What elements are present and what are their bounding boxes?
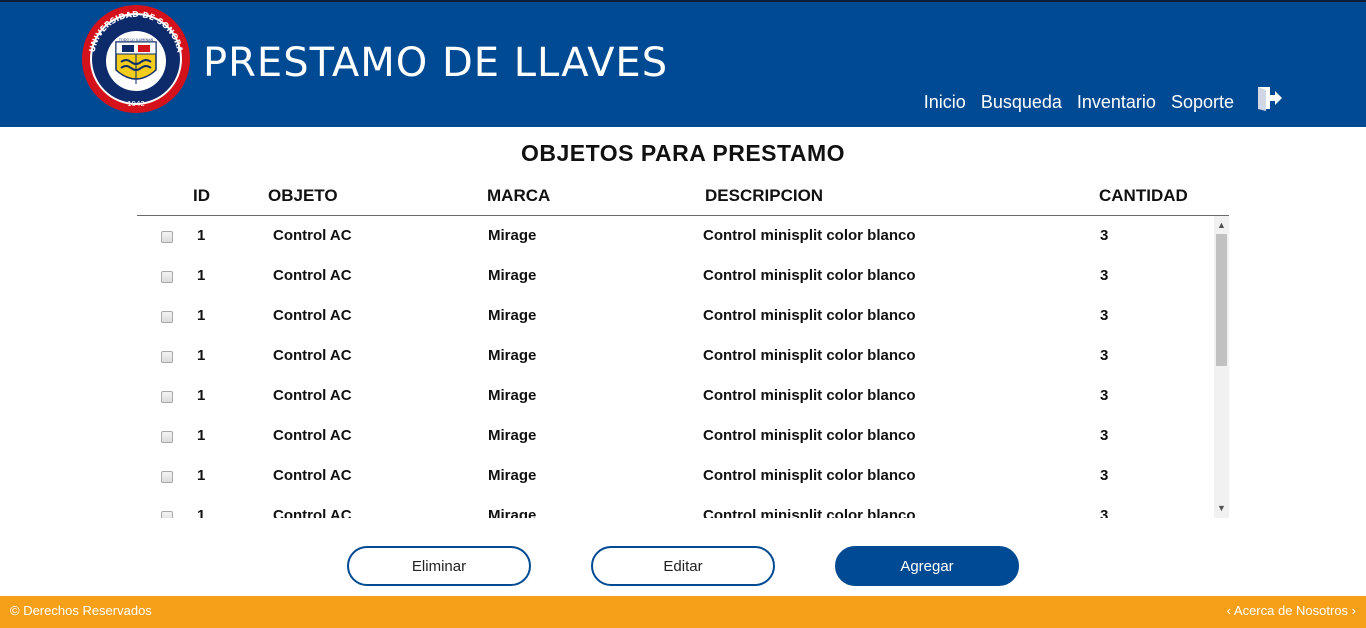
scroll-up-arrow-icon[interactable]: ▲ bbox=[1214, 218, 1229, 233]
cell-id: 1 bbox=[197, 227, 206, 244]
row-select-checkbox[interactable] bbox=[161, 311, 173, 323]
cell-marca: Mirage bbox=[488, 227, 537, 244]
cell-marca: Mirage bbox=[488, 467, 537, 484]
cell-id: 1 bbox=[197, 427, 206, 444]
cell-objeto: Control AC bbox=[273, 387, 352, 404]
table-row[interactable]: 1 Control AC Mirage Control minisplit co… bbox=[137, 336, 1214, 376]
column-header-marca[interactable]: MARCA bbox=[487, 186, 550, 206]
cell-marca: Mirage bbox=[488, 427, 537, 444]
cell-objeto: Control AC bbox=[273, 507, 352, 518]
cell-cantidad: 3 bbox=[1100, 467, 1109, 484]
column-header-objeto[interactable]: OBJETO bbox=[268, 186, 338, 206]
cell-descripcion: Control minisplit color blanco bbox=[703, 347, 916, 364]
nav-link-inicio[interactable]: Inicio bbox=[924, 92, 966, 113]
cell-cantidad: 3 bbox=[1100, 427, 1109, 444]
header-top-line bbox=[0, 0, 1366, 2]
cell-id: 1 bbox=[197, 387, 206, 404]
cell-marca: Mirage bbox=[488, 267, 537, 284]
delete-button[interactable]: Eliminar bbox=[347, 546, 531, 586]
cell-marca: Mirage bbox=[488, 507, 537, 518]
main-nav: Inicio Busqueda Inventario Soporte bbox=[924, 92, 1234, 113]
column-header-cantidad[interactable]: CANTIDAD bbox=[1099, 186, 1188, 206]
table-row[interactable]: 1 Control AC Mirage Control minisplit co… bbox=[137, 256, 1214, 296]
cell-objeto: Control AC bbox=[273, 227, 352, 244]
cell-descripcion: Control minisplit color blanco bbox=[703, 467, 916, 484]
copyright-text: © Derechos Reservados bbox=[10, 603, 152, 618]
cell-objeto: Control AC bbox=[273, 427, 352, 444]
scroll-down-arrow-icon[interactable]: ▼ bbox=[1214, 501, 1229, 516]
cell-cantidad: 3 bbox=[1100, 227, 1109, 244]
table-row[interactable]: 1 Control AC Mirage Control minisplit co… bbox=[137, 496, 1214, 518]
table-row[interactable]: 1 Control AC Mirage Control minisplit co… bbox=[137, 216, 1214, 256]
cell-descripcion: Control minisplit color blanco bbox=[703, 267, 916, 284]
cell-cantidad: 3 bbox=[1100, 347, 1109, 364]
row-select-checkbox[interactable] bbox=[161, 431, 173, 443]
items-table: 1 Control AC Mirage Control minisplit co… bbox=[137, 216, 1214, 518]
cell-cantidad: 3 bbox=[1100, 387, 1109, 404]
column-header-descripcion[interactable]: DESCRIPCION bbox=[705, 186, 823, 206]
cell-id: 1 bbox=[197, 507, 206, 518]
cell-id: 1 bbox=[197, 267, 206, 284]
nav-link-busqueda[interactable]: Busqueda bbox=[981, 92, 1062, 113]
table-row[interactable]: 1 Control AC Mirage Control minisplit co… bbox=[137, 376, 1214, 416]
cell-cantidad: 3 bbox=[1100, 507, 1109, 518]
row-select-checkbox[interactable] bbox=[161, 391, 173, 403]
cell-descripcion: Control minisplit color blanco bbox=[703, 427, 916, 444]
nav-link-inventario[interactable]: Inventario bbox=[1077, 92, 1156, 113]
cell-objeto: Control AC bbox=[273, 267, 352, 284]
column-header-id[interactable]: ID bbox=[193, 186, 210, 206]
cell-id: 1 bbox=[197, 307, 206, 324]
cell-marca: Mirage bbox=[488, 307, 537, 324]
cell-cantidad: 3 bbox=[1100, 307, 1109, 324]
cell-objeto: Control AC bbox=[273, 347, 352, 364]
table-scrollbar[interactable]: ▲ ▼ bbox=[1214, 216, 1229, 518]
row-select-checkbox[interactable] bbox=[161, 511, 173, 518]
row-select-checkbox[interactable] bbox=[161, 351, 173, 363]
scrollbar-thumb[interactable] bbox=[1216, 234, 1227, 366]
page-footer: © Derechos Reservados ‹ Acerca de Nosotr… bbox=[0, 596, 1366, 628]
cell-objeto: Control AC bbox=[273, 307, 352, 324]
table-row[interactable]: 1 Control AC Mirage Control minisplit co… bbox=[137, 416, 1214, 456]
table-row[interactable]: 1 Control AC Mirage Control minisplit co… bbox=[137, 456, 1214, 496]
cell-marca: Mirage bbox=[488, 347, 537, 364]
cell-descripcion: Control minisplit color blanco bbox=[703, 307, 916, 324]
svg-text:1942: 1942 bbox=[127, 100, 145, 108]
cell-descripcion: Control minisplit color blanco bbox=[703, 507, 916, 518]
cell-id: 1 bbox=[197, 347, 206, 364]
svg-text:TODO LO ILUMINAN: TODO LO ILUMINAN bbox=[118, 38, 154, 42]
university-seal-logo: UNIVERSIDAD·DE·SONORA TODO LO ILUMINAN 1… bbox=[82, 5, 190, 113]
edit-button[interactable]: Editar bbox=[591, 546, 775, 586]
logout-door-icon[interactable] bbox=[1256, 85, 1282, 111]
cell-descripcion: Control minisplit color blanco bbox=[703, 387, 916, 404]
nav-link-soporte[interactable]: Soporte bbox=[1171, 92, 1234, 113]
add-button[interactable]: Agregar bbox=[835, 546, 1019, 586]
cell-marca: Mirage bbox=[488, 387, 537, 404]
row-select-checkbox[interactable] bbox=[161, 231, 173, 243]
cell-id: 1 bbox=[197, 467, 206, 484]
cell-cantidad: 3 bbox=[1100, 267, 1109, 284]
table-row[interactable]: 1 Control AC Mirage Control minisplit co… bbox=[137, 296, 1214, 336]
page-title: OBJETOS PARA PRESTAMO bbox=[520, 140, 846, 166]
cell-objeto: Control AC bbox=[273, 467, 352, 484]
app-header: UNIVERSIDAD·DE·SONORA TODO LO ILUMINAN 1… bbox=[0, 0, 1366, 127]
row-select-checkbox[interactable] bbox=[161, 471, 173, 483]
app-title: PRESTAMO DE LLAVES bbox=[203, 40, 669, 86]
about-us-link[interactable]: ‹ Acerca de Nosotros › bbox=[1227, 603, 1356, 618]
cell-descripcion: Control minisplit color blanco bbox=[703, 227, 916, 244]
row-select-checkbox[interactable] bbox=[161, 271, 173, 283]
